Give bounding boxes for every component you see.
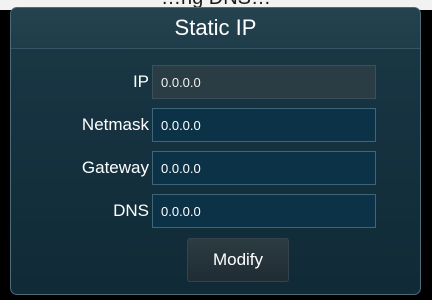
dns-field[interactable] bbox=[152, 194, 376, 228]
modify-button[interactable]: Modify bbox=[187, 238, 289, 282]
dns-label: DNS bbox=[113, 201, 149, 220]
netmask-label: Netmask bbox=[81, 115, 149, 134]
gateway-row: Gateway bbox=[11, 151, 420, 185]
dialog-title-bar: Static IP bbox=[11, 8, 420, 49]
gateway-label: Gateway bbox=[81, 158, 149, 177]
gateway-field[interactable] bbox=[152, 151, 376, 185]
ip-field[interactable] bbox=[152, 65, 376, 99]
dialog-title: Static IP bbox=[174, 15, 257, 40]
ip-label: IP bbox=[132, 72, 149, 91]
ip-row: IP bbox=[11, 65, 420, 99]
static-ip-dialog: Static IP IP Netmask Gateway DNS Modify bbox=[10, 7, 421, 295]
screen: …ng DNS… Static IP IP Netmask Gateway DN… bbox=[0, 0, 432, 300]
dns-row: DNS bbox=[11, 194, 420, 228]
netmask-field[interactable] bbox=[152, 108, 376, 142]
netmask-row: Netmask bbox=[11, 108, 420, 142]
